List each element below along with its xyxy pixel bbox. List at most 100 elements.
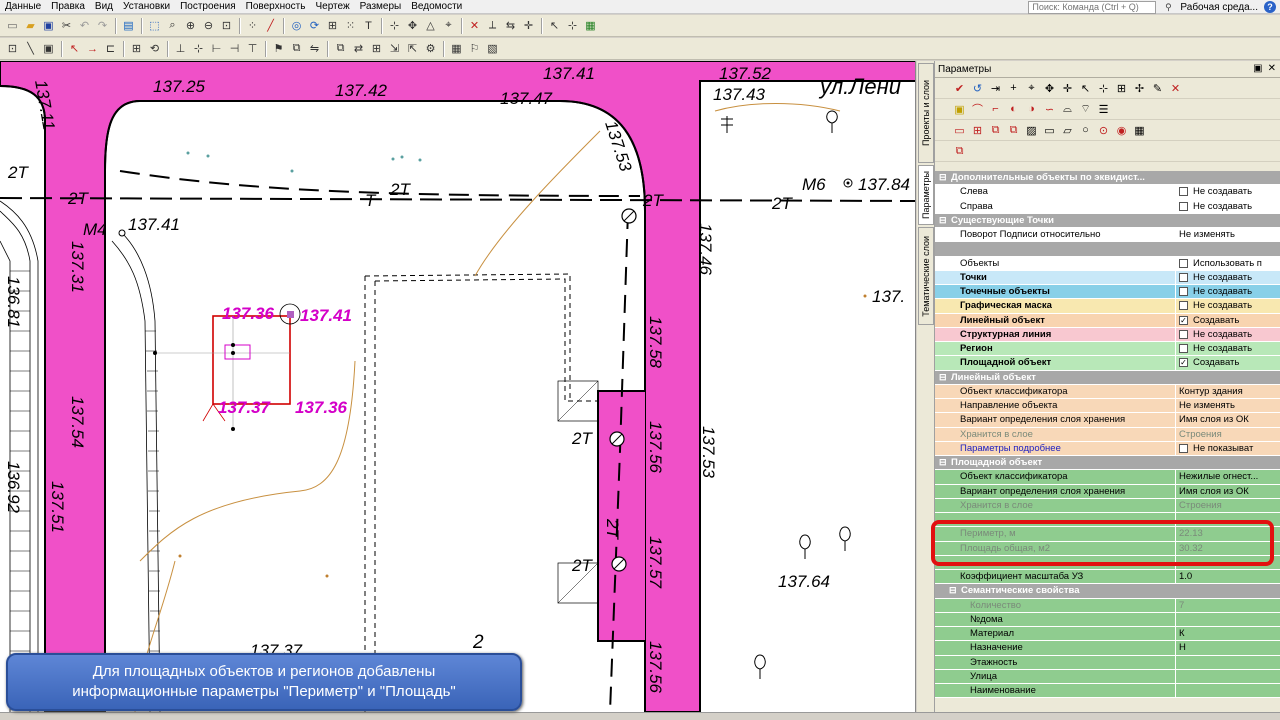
link-object-icon[interactable]: ⧉ — [951, 143, 968, 160]
snap-node-icon[interactable]: ✢ — [1131, 80, 1148, 97]
close-icon[interactable]: ✕ — [1268, 63, 1276, 74]
undo-icon[interactable]: ↺ — [969, 80, 986, 97]
property-value[interactable]: Нежилые огнест... — [1176, 470, 1280, 483]
property-value[interactable]: Строения — [1176, 499, 1280, 512]
menu-item-construct[interactable]: Построения — [175, 1, 241, 13]
scale-icon[interactable]: ⊞ — [128, 40, 145, 57]
checkbox[interactable] — [1179, 201, 1188, 211]
plus-icon[interactable]: + — [1005, 80, 1022, 97]
cut-icon[interactable]: ✂ — [58, 17, 75, 34]
node-delete-icon[interactable]: ⊤ — [244, 40, 261, 57]
property-value[interactable]: Строения — [1176, 428, 1280, 441]
property-value[interactable]: 7 — [1176, 599, 1280, 612]
collapse-icon[interactable]: ⊟ — [939, 372, 947, 383]
node-join-icon[interactable]: ⊢ — [208, 40, 225, 57]
image-icon[interactable]: ▧ — [484, 40, 501, 57]
property-row[interactable]: Направление объекта Не изменять — [935, 399, 1280, 414]
property-row[interactable] — [935, 242, 1280, 257]
property-row[interactable]: Этажность — [935, 655, 1280, 670]
zoom-out-icon[interactable]: ⊖ — [200, 17, 217, 34]
polyline-icon[interactable]: ⊡ — [4, 40, 21, 57]
layers-icon[interactable]: ◎ — [288, 17, 305, 34]
arc-3pt-icon[interactable]: ⌔ — [1077, 101, 1094, 118]
mirror-icon[interactable]: ⇋ — [306, 40, 323, 57]
property-row[interactable]: Слева Не создавать — [935, 185, 1280, 200]
triangulation-icon[interactable]: △ — [422, 17, 439, 34]
circle-icon[interactable]: ○ — [1077, 122, 1094, 139]
property-row[interactable]: Регион Не создавать — [935, 342, 1280, 357]
property-row[interactable]: Структурная линия Не создавать — [935, 327, 1280, 342]
checkbox[interactable]: ✓ — [1179, 315, 1188, 325]
property-value[interactable] — [1176, 613, 1280, 626]
delete-icon[interactable]: ✕ — [466, 17, 483, 34]
checkbox[interactable] — [1179, 287, 1188, 297]
zoom-extents-icon[interactable]: ⊡ — [218, 17, 235, 34]
search-icon[interactable]: ⚲ — [1162, 1, 1174, 13]
cursor-icon[interactable]: ↖ — [66, 40, 83, 57]
property-row[interactable]: Объект классификатора Контур здания — [935, 384, 1280, 399]
layer-copy-icon[interactable]: ⧉ — [332, 40, 349, 57]
select-frame-icon[interactable]: ⬚ — [146, 17, 163, 34]
new-file-icon[interactable]: ▭ — [4, 17, 21, 34]
property-group-header[interactable]: ⊟ Линейный объект — [935, 370, 1280, 385]
redo-icon[interactable]: ↷ — [94, 17, 111, 34]
menu-item-data[interactable]: Данные — [0, 1, 46, 13]
tab-thematic-layers[interactable]: Тематические слои — [918, 227, 934, 325]
property-value[interactable]: Н — [1176, 641, 1280, 654]
property-row[interactable]: Вариант определения слоя хранения Имя сло… — [935, 484, 1280, 499]
flag-icon[interactable]: ⚑ — [270, 40, 287, 57]
collapse-icon[interactable]: ⊟ — [939, 172, 947, 183]
property-row[interactable]: №дома — [935, 612, 1280, 627]
curve-icon[interactable]: ∽ — [1041, 101, 1058, 118]
snap-icon[interactable]: ⁘ — [244, 17, 261, 34]
circle-point-icon[interactable]: ◉ — [1113, 122, 1130, 139]
property-group-header[interactable]: ⊟ Существующие Точки — [935, 213, 1280, 228]
property-row[interactable]: Улица — [935, 669, 1280, 684]
property-row[interactable]: Вариант определения слоя хранения Имя сло… — [935, 413, 1280, 428]
property-value[interactable]: Использовать п — [1176, 257, 1280, 270]
collapse-icon[interactable]: ⊟ — [939, 215, 947, 226]
parallelogram-icon[interactable]: ▱ — [1059, 122, 1076, 139]
property-value[interactable]: Не создавать — [1176, 328, 1280, 341]
crosshair-icon[interactable]: ⌖ — [1023, 80, 1040, 97]
rectangle-icon[interactable]: ▭ — [1041, 122, 1058, 139]
hatch-icon[interactable]: ▨ — [1023, 122, 1040, 139]
menu-item-edit[interactable]: Правка — [46, 1, 90, 13]
property-value[interactable]: 1.0 — [1176, 570, 1280, 583]
block-icon[interactable]: ▣ — [40, 40, 57, 57]
list-icon[interactable]: ☰ — [1095, 101, 1112, 118]
property-value[interactable]: Имя слоя из ОК — [1176, 485, 1280, 498]
property-row[interactable]: Точечные объекты Не создавать — [935, 285, 1280, 300]
measure-icon[interactable]: ⊞ — [1113, 80, 1130, 97]
property-value[interactable]: Не показыват — [1176, 442, 1280, 455]
property-value[interactable]: Не создавать — [1176, 271, 1280, 284]
open-file-icon[interactable]: ▰ — [22, 17, 39, 34]
property-row[interactable]: Материал К — [935, 627, 1280, 642]
tab-projects-layers[interactable]: Проекты и слои — [918, 63, 934, 163]
segment-icon[interactable]: ╲ — [22, 40, 39, 57]
layer-props-icon[interactable]: ⚙ — [422, 40, 439, 57]
circle-right-icon[interactable]: ◑ — [1023, 101, 1040, 118]
copy-icon[interactable]: ⧉ — [288, 40, 305, 57]
property-row[interactable]: Хранится в слое Строения — [935, 427, 1280, 442]
property-row[interactable]: Справа Не создавать — [935, 199, 1280, 214]
move-node-icon[interactable]: ✥ — [1041, 80, 1058, 97]
line-icon[interactable]: ╱ — [262, 17, 279, 34]
property-row[interactable]: Параметры подробнее Не показыват — [935, 441, 1280, 456]
node-up-icon[interactable]: ⊥ — [172, 40, 189, 57]
rotate-icon[interactable]: ⟲ — [146, 40, 163, 57]
text-icon[interactable]: T — [360, 17, 377, 34]
property-row[interactable]: Наименование — [935, 684, 1280, 699]
node-break-icon[interactable]: ⊣ — [226, 40, 243, 57]
property-row[interactable]: Назначение Н — [935, 641, 1280, 656]
property-group-header[interactable]: ⊟ Площадной объект — [935, 456, 1280, 471]
grid-icon[interactable]: ⊞ — [324, 17, 341, 34]
property-row[interactable]: Графическая маска Не создавать — [935, 299, 1280, 314]
property-value[interactable]: Не создавать — [1176, 299, 1280, 312]
tab-parameters[interactable]: Параметры — [918, 165, 934, 225]
layer-import-icon[interactable]: ⇱ — [404, 40, 421, 57]
property-value[interactable]: Не создавать — [1176, 185, 1280, 198]
layer-grid-icon[interactable]: ⊞ — [368, 40, 385, 57]
restore-icon[interactable]: ▣ — [1253, 63, 1262, 74]
select-all-icon[interactable]: ⊹ — [1095, 80, 1112, 97]
